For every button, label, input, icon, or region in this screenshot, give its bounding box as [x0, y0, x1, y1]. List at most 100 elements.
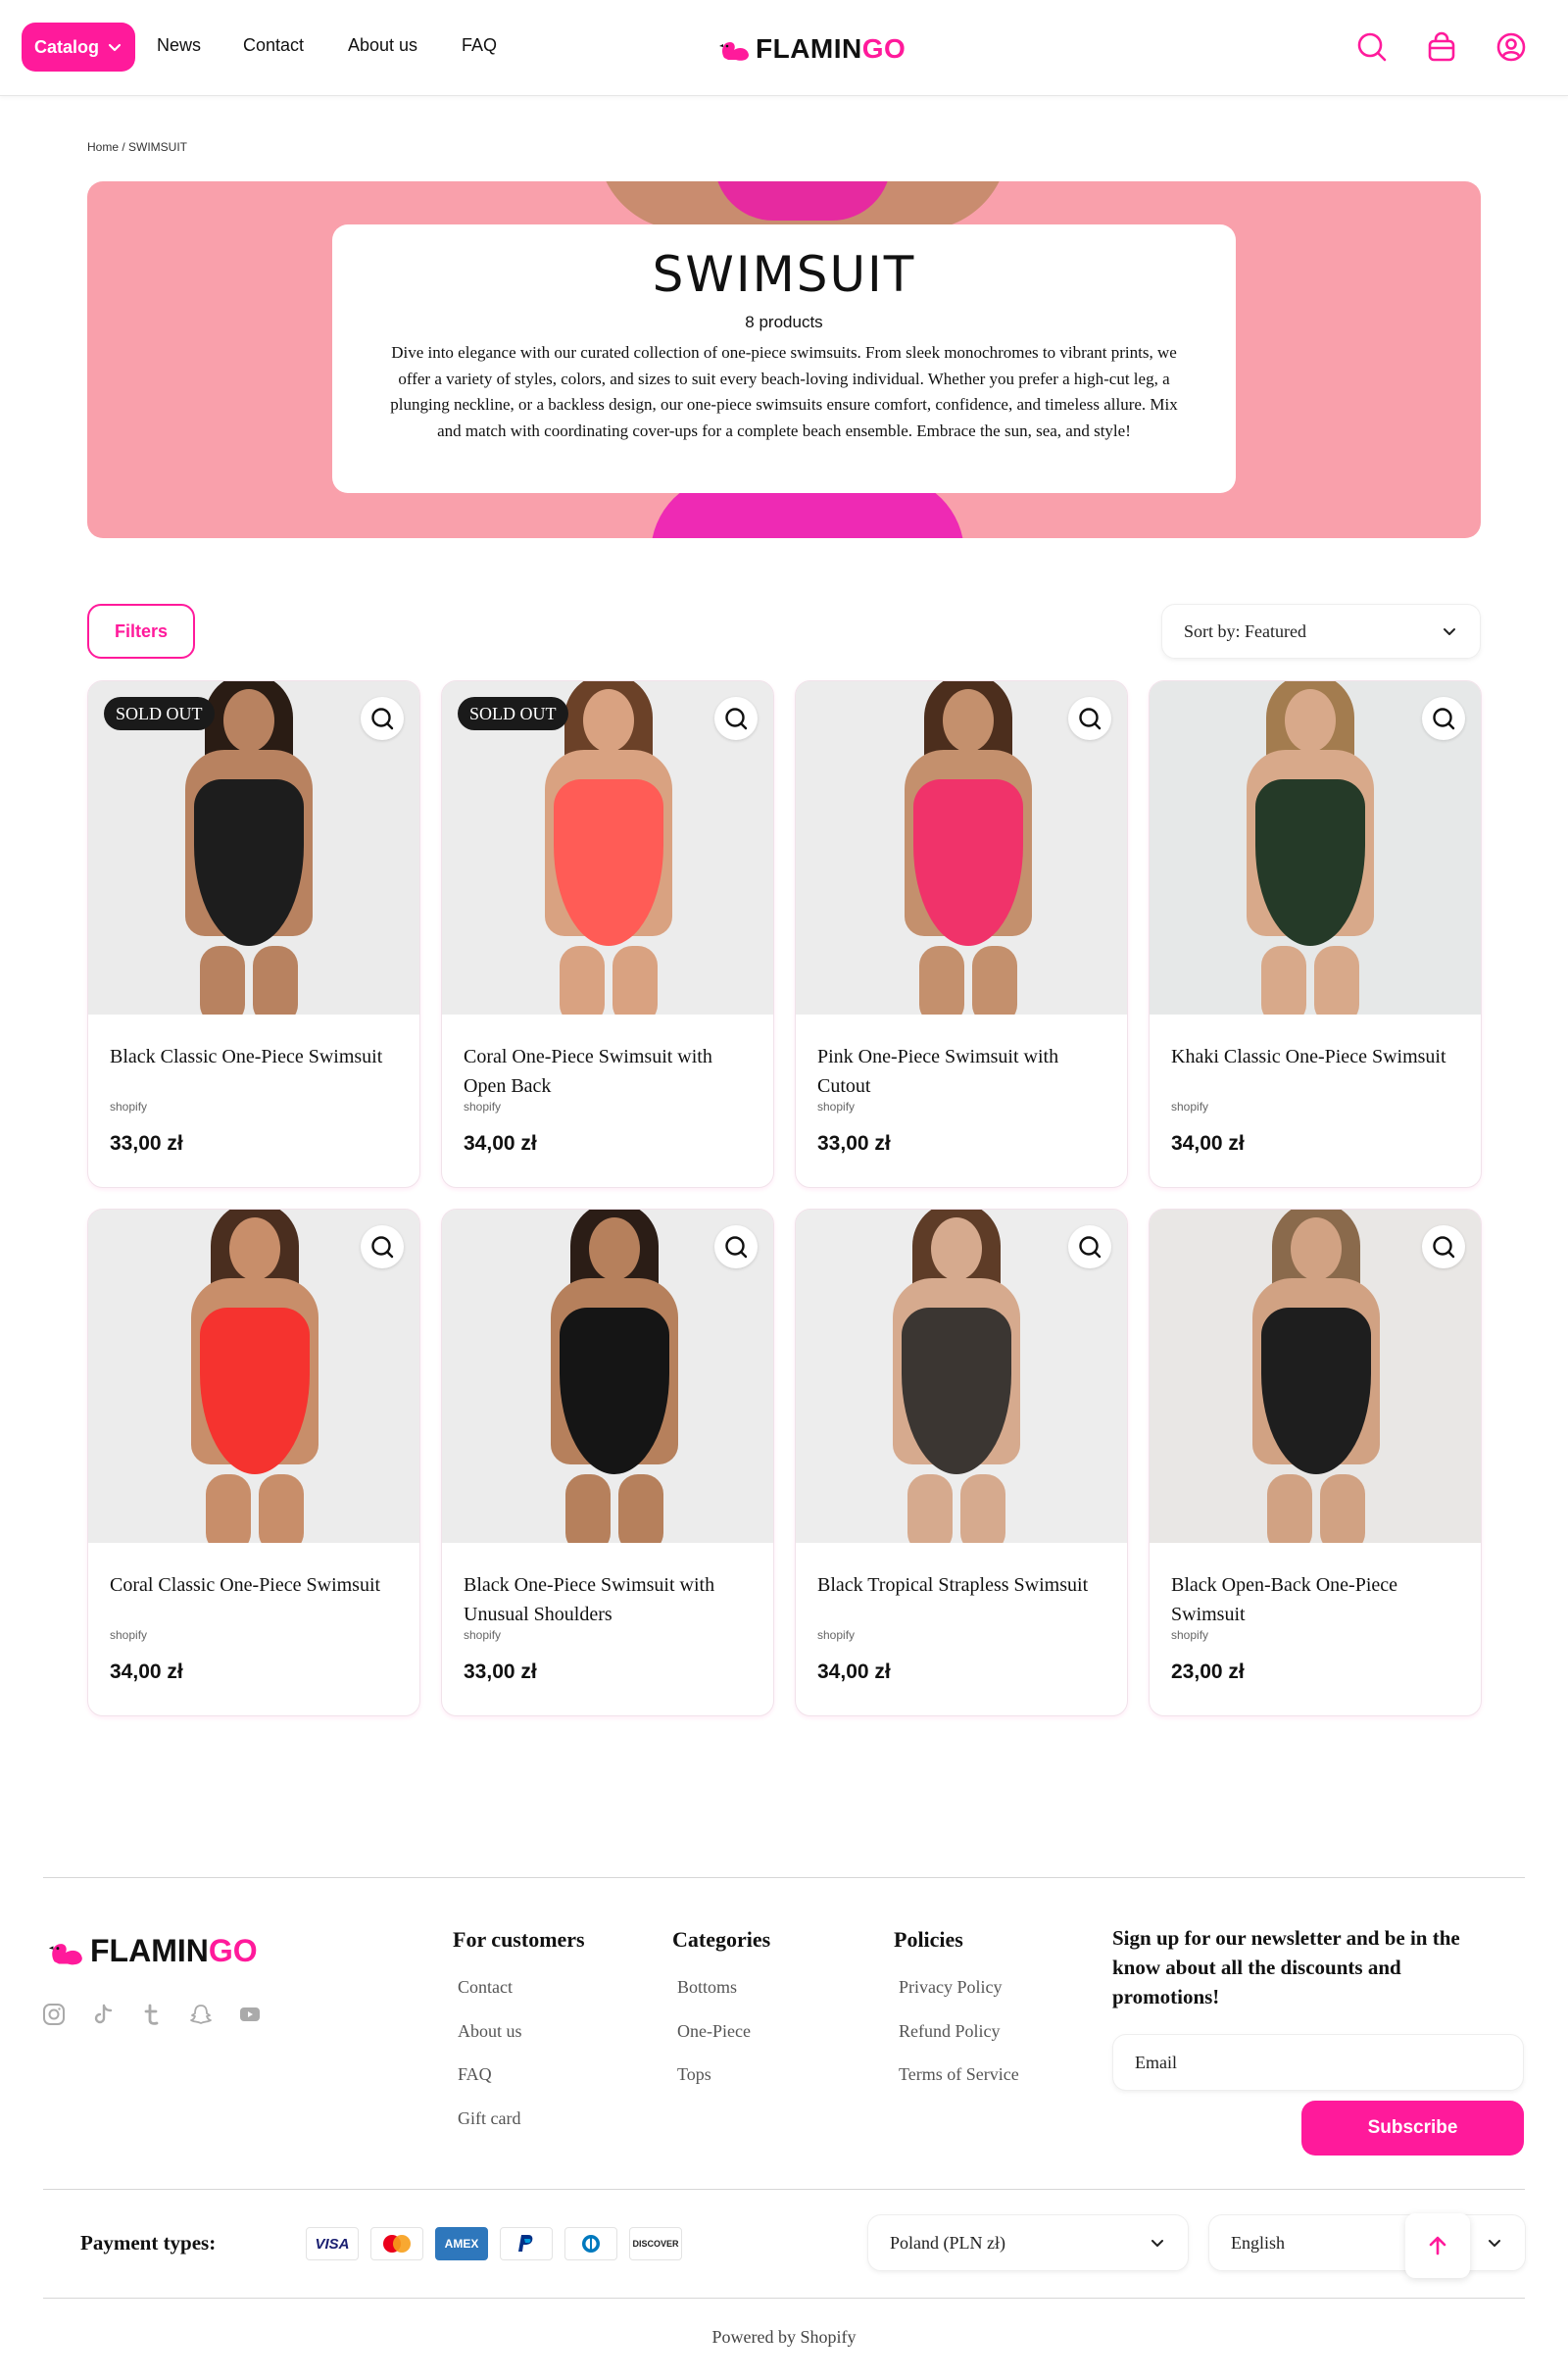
footer-divider	[43, 2189, 1525, 2190]
footer-link[interactable]: One-Piece	[677, 2021, 751, 2042]
snapchat-icon[interactable]	[188, 2002, 214, 2027]
catalog-label: Catalog	[33, 36, 99, 57]
footer-link[interactable]: Refund Policy	[899, 2021, 1001, 2042]
footer-link[interactable]: Tops	[677, 2064, 711, 2085]
product-title[interactable]: Black Tropical Strapless Swimsuit	[817, 1570, 1111, 1600]
footer-link[interactable]: Bottoms	[677, 1977, 737, 1998]
product-title[interactable]: Black Classic One-Piece Swimsuit	[110, 1042, 404, 1071]
language-select[interactable]: English	[1208, 2214, 1526, 2271]
footer-link[interactable]: Privacy Policy	[899, 1977, 1003, 1998]
footer-logo-text-1: FLAMIN	[90, 1933, 209, 1968]
newsletter-text: Sign up for our newsletter and be in the…	[1112, 1926, 1460, 2008]
paypal-logo	[518, 2235, 533, 2252]
product-title[interactable]: Black Open-Back One-Piece Swimsuit	[1171, 1570, 1465, 1629]
product-price: 33,00 zł	[110, 1132, 183, 1155]
model-leg-right	[972, 946, 1017, 1015]
product-title[interactable]: Khaki Classic One-Piece Swimsuit	[1171, 1042, 1465, 1071]
diners-icon	[564, 2227, 617, 2260]
currency-select[interactable]: Poland (PLN zł)	[867, 2214, 1189, 2271]
model-head	[1285, 689, 1336, 752]
model-leg-right	[259, 1474, 304, 1543]
quick-view-button[interactable]	[1422, 697, 1465, 740]
footer-logo[interactable]: FLAMIN GO	[47, 1933, 258, 1969]
quick-view-button[interactable]	[361, 1225, 404, 1268]
quick-view-button[interactable]	[714, 1225, 758, 1268]
youtube-icon[interactable]	[237, 2002, 263, 2027]
footer-link[interactable]: FAQ	[458, 2064, 492, 2085]
search-icon	[725, 708, 748, 730]
model-leg-left	[907, 1474, 953, 1543]
product-card[interactable]: Coral Classic One-Piece Swimsuit shopify…	[87, 1209, 420, 1716]
product-vendor: shopify	[464, 1628, 502, 1642]
sold-out-badge: SOLD OUT	[458, 697, 568, 730]
footer-link[interactable]: About us	[458, 2021, 522, 2042]
product-card[interactable]: Khaki Classic One-Piece Swimsuit shopify…	[1149, 680, 1482, 1188]
product-card[interactable]: Pink One-Piece Swimsuit with Cutout shop…	[795, 680, 1128, 1188]
sort-select[interactable]: Sort by: Featured	[1161, 604, 1481, 659]
search-icon	[1079, 1236, 1102, 1259]
product-price: 34,00 zł	[817, 1660, 891, 1683]
discover-icon: DISCOVER	[629, 2227, 682, 2260]
tiktok-icon[interactable]	[90, 2002, 116, 2027]
model-leg-right	[253, 946, 298, 1015]
quick-view-button[interactable]	[1068, 697, 1111, 740]
footer-divider	[43, 2298, 1525, 2299]
footer-column-title: Policies	[894, 1927, 963, 1952]
bag-icon[interactable]	[1424, 29, 1459, 65]
collection-title: SWIMSUIT	[652, 246, 916, 303]
filters-button[interactable]: Filters	[87, 604, 195, 659]
product-price: 33,00 zł	[817, 1132, 891, 1155]
powered-by[interactable]: Powered by Shopify	[0, 2327, 1568, 2348]
product-title[interactable]: Coral Classic One-Piece Swimsuit	[110, 1570, 404, 1600]
search-icon[interactable]	[1354, 29, 1390, 65]
tumblr-icon[interactable]	[139, 2002, 165, 2027]
product-card[interactable]: Black Classic One-Piece Swimsuit shopify…	[87, 680, 420, 1188]
product-vendor: shopify	[817, 1100, 856, 1114]
quick-view-button[interactable]	[1422, 1225, 1465, 1268]
quick-view-button[interactable]	[714, 697, 758, 740]
nav-contact[interactable]: Contact	[243, 35, 304, 56]
amex-icon: AMEX	[435, 2227, 488, 2260]
product-vendor: shopify	[817, 1628, 856, 1642]
instagram-icon[interactable]	[41, 2002, 67, 2027]
newsletter-email-input[interactable]	[1112, 2034, 1524, 2091]
search-icon	[1433, 1236, 1455, 1259]
account-icon[interactable]	[1494, 29, 1529, 65]
model-head	[229, 1217, 280, 1280]
sold-out-badge: SOLD OUT	[104, 697, 215, 730]
model-head	[1291, 1217, 1342, 1280]
chevron-down-icon	[1152, 2240, 1163, 2247]
footer-link[interactable]: Terms of Service	[899, 2064, 1019, 2085]
product-card[interactable]: Coral One-Piece Swimsuit with Open Back …	[441, 680, 774, 1188]
model-leg-right	[1320, 1474, 1365, 1543]
quick-view-button[interactable]	[361, 697, 404, 740]
chevron-down-icon	[1489, 2240, 1500, 2247]
back-to-top-button[interactable]	[1405, 2213, 1470, 2278]
model-leg-left	[560, 946, 605, 1015]
product-title[interactable]: Pink One-Piece Swimsuit with Cutout	[817, 1042, 1111, 1101]
footer-link[interactable]: Gift card	[458, 2108, 520, 2129]
product-card[interactable]: Black Open-Back One-Piece Swimsuit shopi…	[1149, 1209, 1482, 1716]
product-title[interactable]: Coral One-Piece Swimsuit with Open Back	[464, 1042, 758, 1101]
model-head	[589, 1217, 640, 1280]
quick-view-button[interactable]	[1068, 1225, 1111, 1268]
search-icon	[371, 1236, 394, 1259]
model-leg-left	[200, 946, 245, 1015]
product-vendor: shopify	[110, 1100, 148, 1114]
arrow-up-icon	[1429, 2236, 1446, 2255]
breadcrumb[interactable]: Home / SWIMSUIT	[87, 140, 187, 154]
footer-logo-text-2: GO	[208, 1933, 258, 1968]
catalog-button[interactable]: Catalog	[22, 23, 135, 72]
nav-about-us[interactable]: About us	[348, 35, 417, 56]
product-price: 34,00 zł	[110, 1660, 183, 1683]
site-logo[interactable]: FLAMIN GO	[718, 29, 906, 69]
product-card[interactable]: Black One-Piece Swimsuit with Unusual Sh…	[441, 1209, 774, 1716]
product-title[interactable]: Black One-Piece Swimsuit with Unusual Sh…	[464, 1570, 758, 1629]
nav-faq[interactable]: FAQ	[462, 35, 497, 56]
product-card[interactable]: Black Tropical Strapless Swimsuit shopif…	[795, 1209, 1128, 1716]
amex-text: AMEX	[444, 2237, 479, 2251]
subscribe-button[interactable]: Subscribe	[1301, 2101, 1524, 2156]
nav-news[interactable]: News	[157, 35, 201, 56]
footer-link[interactable]: Contact	[458, 1977, 513, 1998]
product-price: 23,00 zł	[1171, 1660, 1245, 1683]
